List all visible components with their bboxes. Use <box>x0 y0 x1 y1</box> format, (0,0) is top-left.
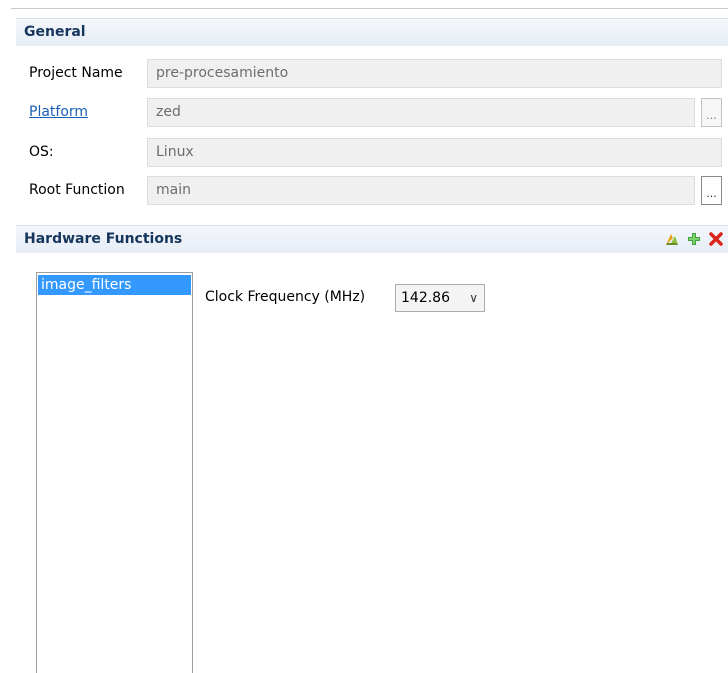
root-function-field[interactable]: main <box>147 176 695 205</box>
platform-browse-button[interactable]: ... <box>701 98 722 127</box>
chevron-down-icon: ∨ <box>469 291 478 305</box>
clock-frequency-value: 142.86 <box>401 290 450 306</box>
platform-link[interactable]: Platform <box>29 104 88 120</box>
project-name-label: Project Name <box>29 65 123 81</box>
top-divider <box>11 8 728 9</box>
hardware-functions-toolbar <box>664 229 724 249</box>
project-settings-page: General Project Name pre-procesamiento P… <box>0 0 728 673</box>
os-field[interactable]: Linux <box>147 138 722 167</box>
hardware-functions-section-header[interactable]: Hardware Functions <box>16 225 728 253</box>
hardware-functions-section-title: Hardware Functions <box>24 231 183 247</box>
os-label: OS: <box>29 144 54 160</box>
clock-frequency-select[interactable]: 142.86 ∨ <box>395 284 485 312</box>
clock-frequency-label: Clock Frequency (MHz) <box>205 289 366 305</box>
add-icon[interactable] <box>686 231 702 247</box>
root-function-browse-button[interactable]: ... <box>701 176 722 205</box>
platform-field[interactable]: zed <box>147 98 695 127</box>
hardware-function-list[interactable]: image_filters <box>36 272 193 673</box>
project-name-field[interactable]: pre-procesamiento <box>147 59 722 88</box>
root-function-label: Root Function <box>29 182 125 198</box>
general-section-header[interactable]: General <box>16 18 728 46</box>
general-section-title: General <box>24 24 86 40</box>
estimate-performance-icon[interactable] <box>664 231 680 247</box>
remove-icon[interactable] <box>708 231 724 247</box>
hardware-function-item[interactable]: image_filters <box>38 275 191 295</box>
